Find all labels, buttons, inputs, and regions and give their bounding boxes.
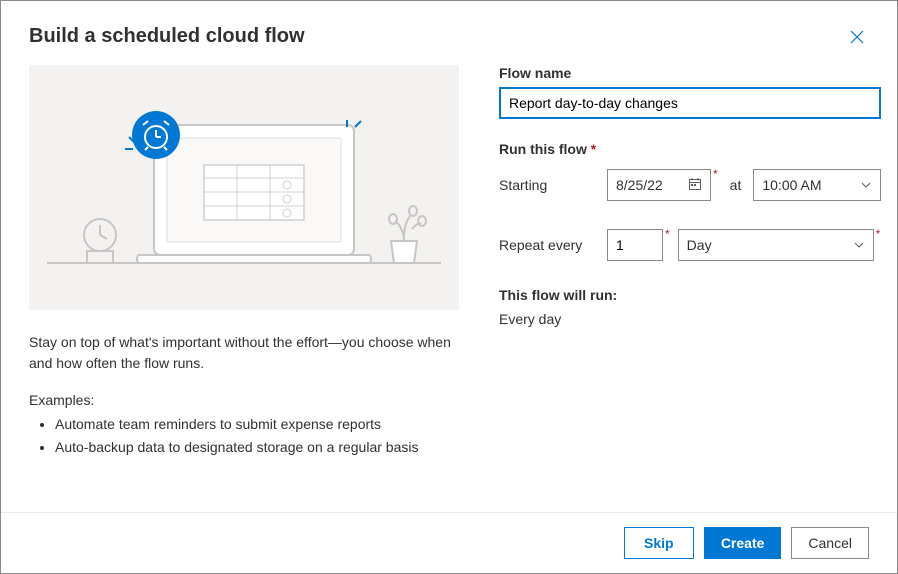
starting-label: Starting — [499, 177, 599, 193]
examples-list: Automate team reminders to submit expens… — [55, 414, 459, 458]
dialog-footer: Skip Create Cancel — [1, 512, 897, 573]
right-column: Flow name Run this flow * Starting 8/25/… — [499, 53, 881, 492]
close-icon — [850, 30, 864, 44]
summary-value: Every day — [499, 311, 881, 327]
example-item: Automate team reminders to submit expens… — [55, 414, 459, 435]
skip-button[interactable]: Skip — [624, 527, 694, 559]
repeat-label: Repeat every — [499, 237, 599, 253]
left-column: Stay on top of what's important without … — [29, 53, 459, 492]
required-asterisk: * — [665, 227, 670, 241]
dialog-body: Stay on top of what's important without … — [1, 53, 897, 512]
start-time-select[interactable]: 10:00 AM — [753, 169, 881, 201]
examples-label: Examples: — [29, 392, 459, 408]
dialog-title: Build a scheduled cloud flow — [29, 25, 305, 48]
repeat-row: Repeat every * Day * — [499, 229, 881, 261]
starting-row: Starting 8/25/22 * at 10:00 A — [499, 169, 881, 201]
start-time-value: 10:00 AM — [762, 177, 821, 193]
summary-label: This flow will run: — [499, 287, 881, 303]
dialog-header: Build a scheduled cloud flow — [1, 1, 897, 53]
required-asterisk: * — [591, 141, 596, 157]
close-button[interactable] — [845, 25, 869, 49]
cancel-button[interactable]: Cancel — [791, 527, 869, 559]
chevron-down-icon — [853, 239, 865, 251]
flow-name-label: Flow name — [499, 65, 881, 81]
create-button[interactable]: Create — [704, 527, 782, 559]
example-item: Auto-backup data to designated storage o… — [55, 437, 459, 458]
at-label: at — [726, 177, 746, 193]
repeat-unit-select[interactable]: Day — [678, 229, 874, 261]
scheduled-flow-dialog: Build a scheduled cloud flow — [0, 0, 898, 574]
chevron-down-icon — [860, 179, 872, 191]
start-date-value: 8/25/22 — [616, 177, 663, 193]
calendar-icon — [688, 177, 702, 194]
description-text: Stay on top of what's important without … — [29, 332, 459, 374]
repeat-count-input[interactable] — [607, 229, 663, 261]
repeat-unit-value: Day — [687, 237, 712, 253]
required-asterisk: * — [713, 167, 718, 181]
required-asterisk: * — [876, 227, 881, 241]
run-this-flow-label: Run this flow * — [499, 141, 881, 157]
start-date-picker[interactable]: 8/25/22 — [607, 169, 711, 201]
flow-illustration — [29, 65, 459, 310]
flow-name-input[interactable] — [499, 87, 881, 119]
